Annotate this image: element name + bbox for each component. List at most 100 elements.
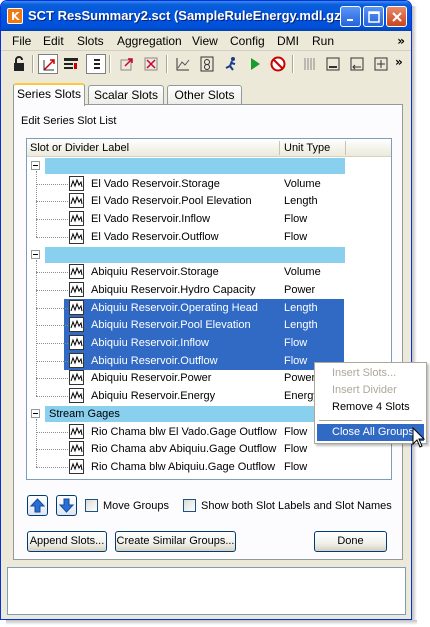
slot-row[interactable]: Abiquiu Reservoir.Hydro Capacity Power (27, 281, 391, 299)
menu-slots[interactable]: Slots (77, 34, 104, 48)
move-up-button[interactable] (27, 495, 48, 516)
slot-label: Abiquiu Reservoir.Hydro Capacity (91, 283, 256, 296)
ctx-remove-slots[interactable]: Remove 4 Slots (317, 399, 424, 416)
slot-unit-type: Length (284, 301, 318, 314)
fit-all-icon (374, 57, 388, 71)
slot-label: El Vado Reservoir.Inflow (91, 213, 211, 226)
menu-overflow-chevron[interactable]: » (397, 34, 405, 48)
slot-unit-type: Flow (284, 425, 308, 438)
tree-connector (36, 259, 37, 397)
stats-button[interactable] (197, 54, 217, 74)
toolbar-separator (292, 55, 294, 73)
list-view-button[interactable] (61, 54, 81, 74)
stop-icon (270, 56, 286, 72)
menu-config[interactable]: Config (230, 34, 265, 48)
done-button[interactable]: Done (314, 531, 387, 552)
swap-axes-button[interactable] (38, 54, 58, 74)
menu-aggregation[interactable]: Aggregation (117, 34, 182, 48)
ctx-close-all-groups[interactable]: Close All Groups (317, 424, 424, 441)
close-button[interactable] (386, 6, 407, 27)
maximize-icon (368, 11, 380, 23)
tree-connector (36, 272, 68, 274)
series-slot-icon (69, 458, 84, 474)
collapse-toggle-icon[interactable] (31, 249, 40, 259)
slot-row[interactable]: Rio Chama blw Abiquiu.Gage Outflow Flow (27, 458, 391, 476)
column-header-unit[interactable]: Unit Type (284, 142, 330, 154)
column-divider[interactable] (279, 141, 280, 155)
toolbar-overflow[interactable]: » (394, 54, 411, 74)
create-similar-groups-button[interactable]: Create Similar Groups... (115, 531, 236, 552)
close-plot-button[interactable] (141, 54, 161, 74)
menu-run[interactable]: Run (312, 34, 334, 48)
move-groups-checkbox[interactable] (85, 499, 98, 512)
slot-row[interactable]: El Vado Reservoir.Storage Volume (27, 175, 391, 193)
column-divider[interactable] (345, 141, 346, 155)
tab-scalar-slots[interactable]: Scalar Slots (88, 85, 164, 105)
slot-label: El Vado Reservoir.Storage (91, 177, 220, 190)
append-slots-button[interactable]: Append Slots... (27, 531, 107, 552)
lock-button[interactable] (9, 54, 29, 74)
columns-icon (304, 58, 315, 70)
show-both-checkbox[interactable] (183, 499, 196, 512)
slot-row[interactable]: El Vado Reservoir.Pool Elevation Length (27, 192, 391, 210)
app-icon[interactable]: K (7, 8, 23, 24)
column-header-label[interactable]: Slot or Divider Label (30, 142, 129, 154)
fit-all-button[interactable] (371, 54, 391, 74)
tree-connector (36, 449, 68, 451)
series-slot-icon (69, 441, 84, 457)
close-plot-icon (144, 57, 158, 71)
ctx-insert-divider[interactable]: Insert Divider (317, 382, 424, 399)
align-height-icon (350, 57, 364, 71)
slot-row[interactable]: Abiquiu Reservoir.Operating Head Length (27, 298, 391, 317)
slot-row[interactable]: El Vado Reservoir.Outflow Flow (27, 228, 391, 246)
tree-connector (36, 466, 68, 468)
window-shadow (412, 6, 417, 620)
status-area (7, 567, 406, 615)
group-divider-row[interactable] (27, 246, 391, 264)
tree-connector (36, 171, 37, 237)
menu-edit[interactable]: Edit (43, 34, 64, 48)
series-slot-icon (69, 299, 84, 315)
column-view-button[interactable] (86, 54, 106, 74)
plot-button[interactable] (173, 54, 193, 74)
slot-row[interactable]: Abiquiu Reservoir.Inflow Flow (27, 334, 391, 352)
play-icon (251, 58, 260, 70)
group-divider-row[interactable] (27, 157, 391, 175)
slot-label: Abiquiu Reservoir.Outflow (91, 354, 218, 367)
slot-label: Abiquiu Reservoir.Energy (91, 390, 216, 403)
slot-unit-type: Volume (284, 266, 321, 279)
tab-other-slots[interactable]: Other Slots (167, 85, 242, 105)
slot-row[interactable]: Abiquiu Reservoir.Pool Elevation Length (27, 316, 391, 335)
ctx-insert-slots[interactable]: Insert Slots... (317, 365, 424, 382)
fit-bottom-button[interactable] (323, 54, 343, 74)
run-diagnostic-button[interactable] (221, 54, 241, 74)
divider-bar (45, 158, 345, 174)
runner-icon (225, 57, 236, 71)
stop-button[interactable] (268, 54, 288, 74)
open-plot-button[interactable] (117, 54, 137, 74)
run-button[interactable] (245, 54, 265, 74)
up-arrow-icon (29, 498, 46, 513)
series-slot-icon (69, 264, 84, 280)
tree-connector (36, 201, 68, 203)
slot-row[interactable]: El Vado Reservoir.Inflow Flow (27, 210, 391, 228)
panel-label: Edit Series Slot List (21, 115, 117, 127)
move-down-button[interactable] (56, 495, 77, 516)
menu-view[interactable]: View (192, 34, 218, 48)
minimize-button[interactable] (340, 6, 361, 27)
menu-file[interactable]: File (12, 34, 31, 48)
collapse-toggle-icon[interactable] (31, 161, 40, 170)
collapse-toggle-icon[interactable] (31, 408, 40, 418)
tab-series-slots[interactable]: Series Slots (13, 83, 85, 106)
swap-axes-icon (43, 59, 55, 71)
menu-dmi[interactable]: DMI (277, 34, 299, 48)
title-bar[interactable]: K SCT ResSummary2.sct (SampleRuleEnergy.… (1, 1, 411, 31)
tree-connector (36, 378, 68, 380)
series-slot-icon (69, 317, 84, 333)
fit-height-button[interactable] (347, 54, 367, 74)
slot-row[interactable]: Abiquiu Reservoir.Storage Volume (27, 263, 391, 281)
window-shadow-bottom (6, 620, 417, 625)
list-view-icon (64, 58, 78, 69)
maximize-button[interactable] (363, 6, 384, 27)
column-grid-button[interactable] (300, 54, 320, 74)
